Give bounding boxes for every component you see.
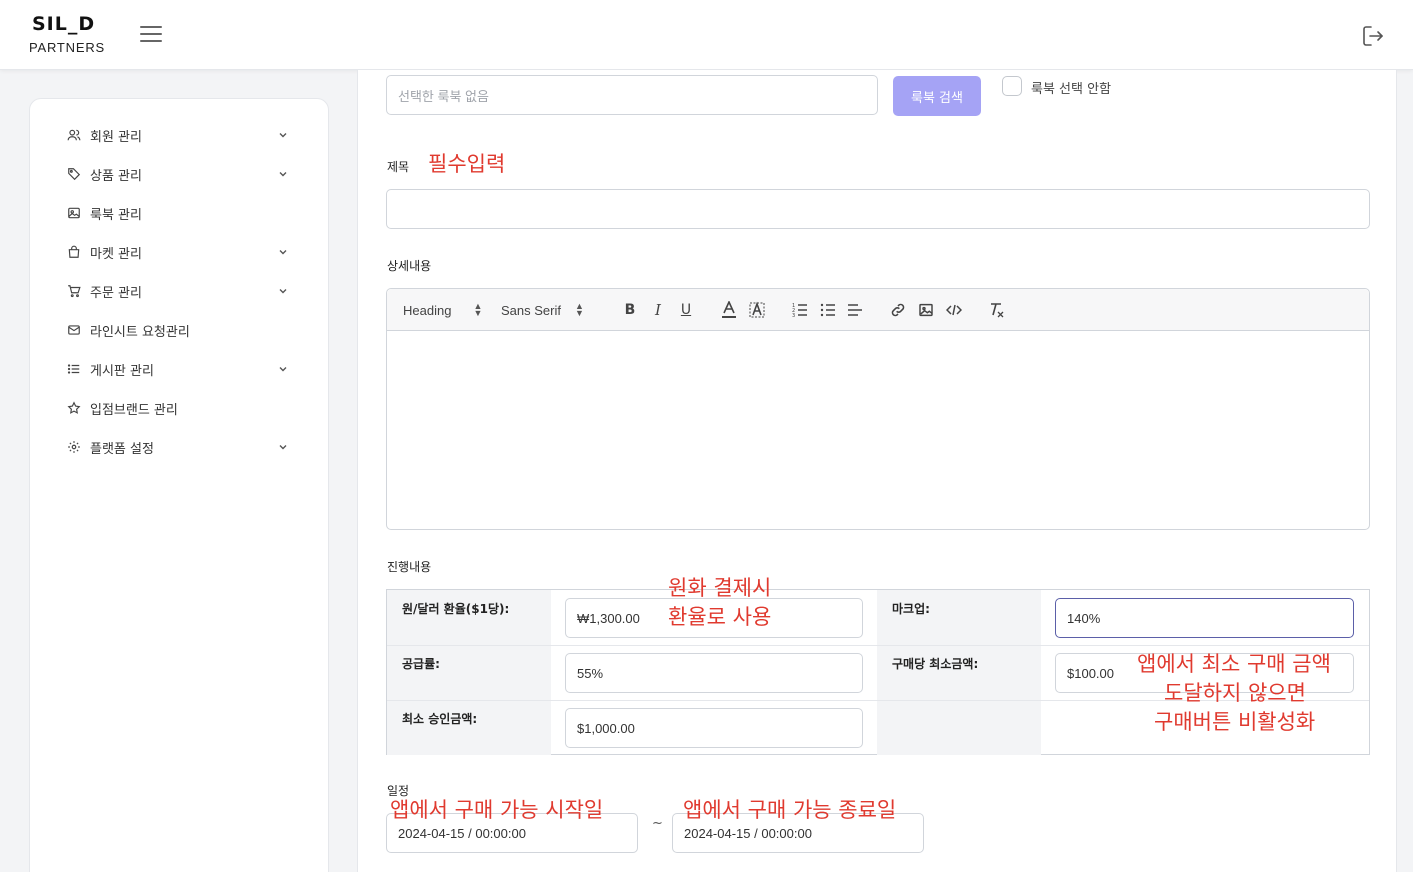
sidebar-item-label: 회원 관리 <box>90 129 142 145</box>
bullet-list-icon[interactable] <box>820 300 836 320</box>
logo-sub: PARTNERS <box>29 40 105 55</box>
font-select[interactable]: Sans Serif ▲ ▼ <box>501 300 584 320</box>
ordered-list-icon[interactable]: 123 <box>792 300 808 320</box>
sidebar-item-lookbook[interactable]: 룩북 관리 <box>66 201 296 225</box>
sidebar-item-label: 게시판 관리 <box>90 363 154 379</box>
sidebar-item-label: 마켓 관리 <box>90 246 142 262</box>
sidebar-item-platform[interactable]: 플랫폼 설정 <box>66 435 296 459</box>
start-date-annotation: 앱에서 구매 가능 시작일 <box>390 798 604 822</box>
date-separator: ~ <box>652 816 663 831</box>
underline-icon[interactable]: U <box>679 300 693 320</box>
images-icon <box>66 205 82 221</box>
bold-icon[interactable]: B <box>623 300 637 320</box>
top-header: SIL_D PARTNERS <box>0 0 1413 70</box>
sidebar-item-label: 상품 관리 <box>90 168 142 184</box>
markup-label: 마크업: <box>877 590 1041 645</box>
star-icon <box>66 400 82 416</box>
chevron-down-icon <box>279 445 287 450</box>
sidebar-item-linesheet[interactable]: 라인시트 요청관리 <box>66 318 296 342</box>
supply-rate-input[interactable]: 55% <box>565 653 863 693</box>
end-date-annotation: 앱에서 구매 가능 종료일 <box>683 798 897 822</box>
row-divider <box>387 645 1369 646</box>
exchange-rate-label: 원/달러 환율($1당): <box>387 590 551 645</box>
users-icon <box>66 127 82 143</box>
sidebar-item-orders[interactable]: 주문 관리 <box>66 279 296 303</box>
sidebar-item-label: 입점브랜드 관리 <box>90 402 178 418</box>
min-annotation-2: 도달하지 않으면 <box>1164 681 1306 705</box>
sidebar-item-label: 라인시트 요청관리 <box>90 324 190 340</box>
shopping-bag-icon <box>66 244 82 260</box>
detail-label: 상세내용 <box>387 259 432 273</box>
rich-text-editor: Heading ▲ ▼ Sans Serif ▲ ▼ B I U 123 <box>386 288 1370 530</box>
empty-cell <box>877 700 1041 755</box>
link-icon[interactable] <box>890 300 906 320</box>
text-color-icon[interactable] <box>721 300 737 320</box>
editor-toolbar: Heading ▲ ▼ Sans Serif ▲ ▼ B I U 123 <box>387 289 1369 331</box>
chevron-down-icon <box>279 172 287 177</box>
sidebar-item-brands[interactable]: 입점브랜드 관리 <box>66 396 296 420</box>
clear-format-icon[interactable] <box>989 300 1005 320</box>
main-content: 선택한 룩북 없음 룩북 검색 룩북 선택 안함 제목 필수입력 상세내용 He… <box>357 70 1397 872</box>
sidebar-item-members[interactable]: 회원 관리 <box>66 123 296 147</box>
image-icon[interactable] <box>918 300 934 320</box>
logout-icon[interactable] <box>1361 24 1385 48</box>
code-icon[interactable] <box>946 300 962 320</box>
title-annotation: 필수입력 <box>428 152 506 176</box>
min-approval-label: 최소 승인금액: <box>387 700 551 755</box>
sidebar-item-label: 주문 관리 <box>90 285 142 301</box>
font-select-label: Sans Serif <box>501 302 561 318</box>
logo[interactable]: SIL_D PARTNERS <box>29 14 109 55</box>
tag-icon <box>66 166 82 182</box>
chevron-down-icon <box>279 250 287 255</box>
background-color-icon[interactable] <box>749 300 765 320</box>
title-input[interactable] <box>386 189 1370 229</box>
no-lookbook-label: 룩북 선택 안함 <box>1031 82 1112 97</box>
min-annotation-3: 구매버튼 비활성화 <box>1154 710 1316 734</box>
supply-rate-label: 공급률: <box>387 645 551 700</box>
lookbook-selected-input[interactable]: 선택한 룩북 없음 <box>386 75 878 115</box>
exchange-annotation-1: 원화 결제시 <box>668 576 772 600</box>
cart-icon <box>66 283 82 299</box>
heading-select-label: Heading <box>403 302 452 318</box>
sidebar-item-label: 룩북 관리 <box>90 207 142 223</box>
editor-body[interactable] <box>387 331 1369 529</box>
align-icon[interactable] <box>847 300 863 320</box>
menu-toggle-icon[interactable] <box>140 26 162 44</box>
no-lookbook-checkbox[interactable] <box>1002 76 1022 96</box>
chevron-down-icon <box>279 367 287 372</box>
min-approval-input[interactable]: $1,000.00 <box>565 708 863 748</box>
lookbook-search-button[interactable]: 룩북 검색 <box>893 76 981 116</box>
logo-main: SIL_D <box>32 13 96 35</box>
list-icon <box>66 361 82 377</box>
svg-text:3: 3 <box>792 313 795 318</box>
gear-icon <box>66 439 82 455</box>
progress-label: 진행내용 <box>387 560 432 574</box>
chevron-down-icon <box>279 289 287 294</box>
mail-icon <box>66 322 82 338</box>
chevron-down-icon <box>279 133 287 138</box>
sidebar-item-market[interactable]: 마켓 관리 <box>66 240 296 264</box>
sidebar: 회원 관리 상품 관리 룩북 관리 마켓 관리 주문 관리 라인시트 요청관리 <box>29 98 329 872</box>
heading-select[interactable]: Heading ▲ ▼ <box>403 300 482 320</box>
sidebar-item-board[interactable]: 게시판 관리 <box>66 357 296 381</box>
sidebar-item-label: 플랫폼 설정 <box>90 441 154 457</box>
sidebar-item-products[interactable]: 상품 관리 <box>66 162 296 186</box>
italic-icon[interactable]: I <box>651 300 665 320</box>
title-label: 제목 <box>387 160 410 174</box>
min-annotation-1: 앱에서 최소 구매 금액 <box>1137 652 1331 676</box>
markup-input[interactable]: 140% <box>1055 598 1354 638</box>
min-per-order-label: 구매당 최소금액: <box>877 645 1041 700</box>
exchange-annotation-2: 환율로 사용 <box>668 605 772 629</box>
